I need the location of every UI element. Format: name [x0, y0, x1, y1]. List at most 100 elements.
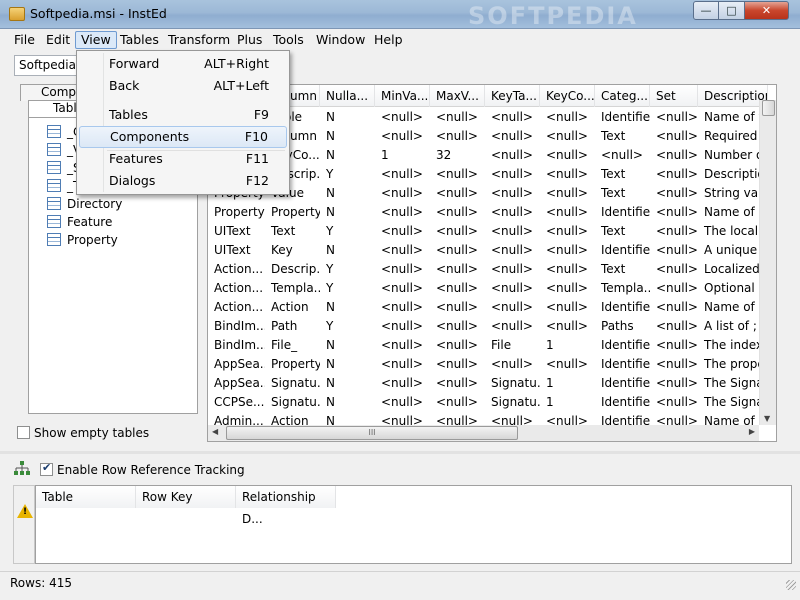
cell-min-value[interactable]: <null>: [375, 108, 430, 127]
cell-max-value[interactable]: <null>: [430, 184, 485, 203]
column-header-key-column[interactable]: KeyCo...: [540, 85, 595, 107]
cell-key-table[interactable]: <null>: [485, 241, 540, 260]
cell-category[interactable]: Identifier: [595, 355, 650, 374]
cell-category[interactable]: Text: [595, 222, 650, 241]
cell-description[interactable]: The localiz: [698, 222, 768, 241]
table-row[interactable]: _ValidationDescrip...Y<null><null><null>…: [208, 165, 768, 184]
cell-key-table[interactable]: <null>: [485, 203, 540, 222]
cell-column[interactable]: Descrip...: [265, 260, 320, 279]
cell-category[interactable]: Identifier: [595, 241, 650, 260]
cell-category[interactable]: Text: [595, 165, 650, 184]
table-row[interactable]: _ValidationColumnN<null><null><null><nul…: [208, 127, 768, 146]
cell-key-column[interactable]: 1: [540, 374, 595, 393]
cell-min-value[interactable]: <null>: [375, 317, 430, 336]
scroll-left-arrow-icon[interactable]: ◀: [212, 427, 218, 436]
cell-min-value[interactable]: <null>: [375, 393, 430, 412]
resize-grip-icon[interactable]: [786, 580, 796, 590]
table-row[interactable]: AppSea...Signatu...N<null><null>Signatu.…: [208, 374, 768, 393]
cell-max-value[interactable]: <null>: [430, 336, 485, 355]
menu-item-back[interactable]: Back ALT+Left: [79, 75, 287, 97]
scroll-down-arrow-icon[interactable]: ▼: [764, 414, 770, 423]
cell-column[interactable]: Templa...: [265, 279, 320, 298]
cell-table[interactable]: BindIm...: [208, 336, 265, 355]
cell-category[interactable]: Identifier: [595, 393, 650, 412]
cell-nullable[interactable]: Y: [320, 260, 375, 279]
menu-item-components[interactable]: Components F10: [79, 126, 287, 148]
cell-column[interactable]: Property: [265, 203, 320, 222]
cell-key-table[interactable]: <null>: [485, 298, 540, 317]
cell-min-value[interactable]: <null>: [375, 260, 430, 279]
cell-max-value[interactable]: 32: [430, 146, 485, 165]
cell-set[interactable]: <null>: [650, 127, 698, 146]
cell-key-table[interactable]: <null>: [485, 127, 540, 146]
table-row[interactable]: BindIm... Path Y <null> <null> <null> <null> Pa…: [208, 317, 768, 336]
table-row[interactable]: Action... Templa... Y <null> <null> <null> <nu…: [208, 279, 768, 298]
cell-description[interactable]: The proper: [698, 355, 768, 374]
column-header-relationship[interactable]: Relationship D...: [236, 486, 336, 526]
column-header-category[interactable]: Categ...: [595, 85, 650, 107]
vertical-scrollbar[interactable]: ▼: [759, 100, 776, 425]
cell-nullable[interactable]: Y: [320, 165, 375, 184]
cell-min-value[interactable]: <null>: [375, 336, 430, 355]
cell-nullable[interactable]: Y: [320, 222, 375, 241]
cell-category[interactable]: Identifier: [595, 108, 650, 127]
table-row[interactable]: Action...Descrip...Y<null><null><null><n…: [208, 260, 768, 279]
cell-description[interactable]: Name of p: [698, 203, 768, 222]
cell-set[interactable]: <null>: [650, 146, 698, 165]
cell-set[interactable]: <null>: [650, 336, 698, 355]
cell-max-value[interactable]: <null>: [430, 260, 485, 279]
menu-window[interactable]: Window: [316, 31, 365, 49]
cell-key-column[interactable]: <null>: [540, 146, 595, 165]
menu-file[interactable]: File: [14, 31, 35, 49]
cell-column[interactable]: Text: [265, 222, 320, 241]
cell-max-value[interactable]: <null>: [430, 108, 485, 127]
cell-max-value[interactable]: <null>: [430, 317, 485, 336]
cell-category[interactable]: Text: [595, 127, 650, 146]
cell-key-table[interactable]: <null>: [485, 279, 540, 298]
cell-category[interactable]: Identifier: [595, 298, 650, 317]
cell-nullable[interactable]: N: [320, 393, 375, 412]
table-row[interactable]: UIText Key N <null> <null> <null> <null> Identi…: [208, 241, 768, 260]
cell-nullable[interactable]: N: [320, 146, 375, 165]
minimize-button[interactable]: —: [693, 1, 719, 20]
cell-table[interactable]: AppSea...: [208, 355, 265, 374]
column-header-description[interactable]: Description: [698, 85, 768, 107]
tree-item-directory[interactable]: Directory: [47, 195, 122, 213]
cell-category[interactable]: Identifier: [595, 374, 650, 393]
cell-nullable[interactable]: N: [320, 127, 375, 146]
tree-item-property[interactable]: Property: [47, 231, 118, 249]
menu-transform[interactable]: Transform: [168, 31, 230, 49]
cell-table[interactable]: CCPSe...: [208, 393, 265, 412]
cell-table[interactable]: BindIm...: [208, 317, 265, 336]
cell-key-column[interactable]: <null>: [540, 127, 595, 146]
table-row[interactable]: _ValidationTableN<null><null><null><null…: [208, 108, 768, 127]
table-row[interactable]: _ValidationKeyCo...N132<null><null><null…: [208, 146, 768, 165]
cell-table[interactable]: Property: [208, 203, 265, 222]
enable-tracking-checkbox[interactable]: [40, 461, 53, 476]
cell-min-value[interactable]: <null>: [375, 127, 430, 146]
cell-key-column[interactable]: 1: [540, 336, 595, 355]
cell-nullable[interactable]: N: [320, 336, 375, 355]
cell-table[interactable]: Action...: [208, 279, 265, 298]
cell-nullable[interactable]: N: [320, 203, 375, 222]
cell-key-table[interactable]: <null>: [485, 108, 540, 127]
menu-edit[interactable]: Edit: [46, 31, 70, 49]
cell-min-value[interactable]: <null>: [375, 355, 430, 374]
cell-key-column[interactable]: <null>: [540, 222, 595, 241]
table-row[interactable]: PropertyValueN<null><null><null><null>Te…: [208, 184, 768, 203]
cell-max-value[interactable]: <null>: [430, 241, 485, 260]
cell-table[interactable]: UIText: [208, 222, 265, 241]
cell-min-value[interactable]: <null>: [375, 374, 430, 393]
cell-key-table[interactable]: <null>: [485, 146, 540, 165]
show-empty-tables-checkbox[interactable]: [17, 426, 30, 439]
menu-item-forward[interactable]: Forward ALT+Right: [79, 53, 287, 75]
menu-view[interactable]: View: [75, 31, 117, 49]
cell-description[interactable]: A unique k: [698, 241, 768, 260]
cell-table[interactable]: UIText: [208, 241, 265, 260]
cell-key-table[interactable]: File: [485, 336, 540, 355]
cell-set[interactable]: <null>: [650, 165, 698, 184]
cell-column[interactable]: Key: [265, 241, 320, 260]
cell-nullable[interactable]: N: [320, 355, 375, 374]
close-button[interactable]: ✕: [744, 1, 789, 20]
tree-item-feature[interactable]: Feature: [47, 213, 112, 231]
